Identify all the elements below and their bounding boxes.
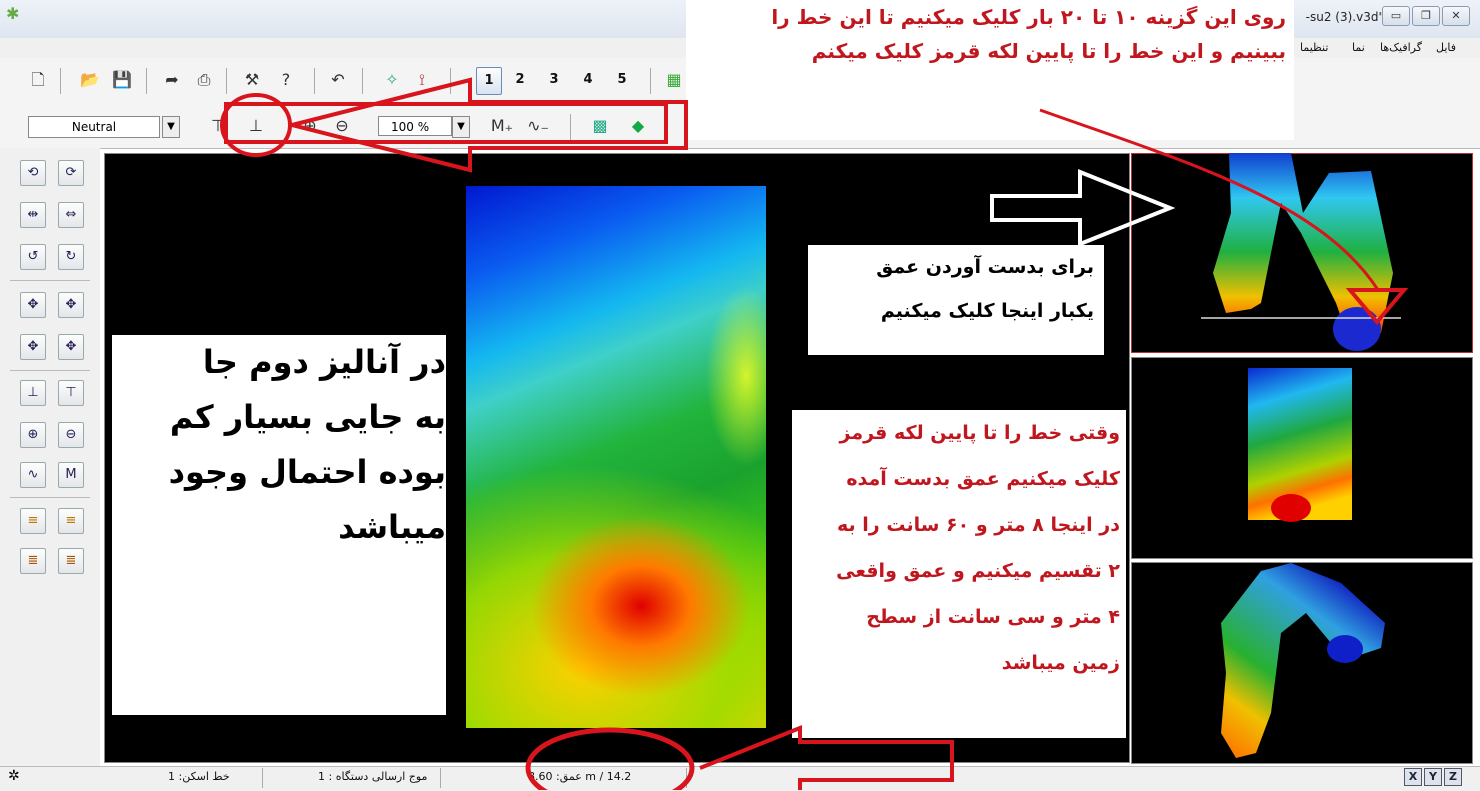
view-5-button[interactable]: 5 bbox=[610, 67, 634, 93]
chevron-down-icon[interactable]: ▼ bbox=[162, 116, 180, 138]
flip-horizontal-icon[interactable]: ⇹ bbox=[20, 202, 46, 228]
grid-icon[interactable]: ▦ bbox=[662, 68, 686, 92]
new-file-icon[interactable]: 🗋 bbox=[26, 68, 50, 92]
depth-up-icon[interactable]: ⊤ bbox=[206, 114, 230, 138]
move-right-icon[interactable]: ✥ bbox=[58, 334, 84, 360]
toolbar-separator bbox=[450, 68, 451, 94]
device-wave-status: موج ارسالی دستگاه : 1 bbox=[318, 770, 428, 783]
status-separator bbox=[262, 768, 263, 788]
note-line: در آنالیز دوم جا bbox=[202, 343, 446, 381]
window-title: -su2 (3).v3d" bbox=[1305, 10, 1384, 24]
minimize-icon[interactable]: ▭ bbox=[1382, 6, 1410, 26]
menu-graphics[interactable]: گرافیک‌ها bbox=[1380, 41, 1422, 54]
note-line: برای بدست آوردن عمق bbox=[876, 256, 1094, 278]
toolbar-separator bbox=[650, 68, 651, 94]
note-line: کلیک میکنیم عمق بدست آمده bbox=[846, 468, 1120, 490]
analysis-note: در آنالیز دوم جا به جایی بسیار کم بوده ا… bbox=[112, 335, 446, 715]
app-status-icon: ✲ bbox=[8, 768, 20, 784]
zoom-in-icon[interactable]: ⊕ bbox=[20, 422, 46, 448]
export-icon[interactable]: ➦ bbox=[160, 68, 184, 92]
menu-view[interactable]: نما bbox=[1352, 41, 1365, 54]
tilt-left-icon[interactable]: ↺ bbox=[20, 244, 46, 270]
axis-z-button[interactable]: Z bbox=[1444, 768, 1462, 786]
palette-select[interactable]: Neutral bbox=[28, 116, 160, 138]
zoom-out-icon[interactable]: ⊖ bbox=[58, 422, 84, 448]
scan-line-status: خط اسکن: 1 bbox=[168, 770, 230, 783]
open-folder-icon[interactable]: 📂 bbox=[78, 68, 102, 92]
note-line: روی این گزینه ۱۰ تا ۲۰ بار کلیک میکنیم ت… bbox=[771, 5, 1286, 29]
note-line: ۲ تقسیم میکنیم و عمق واقعی bbox=[836, 560, 1120, 582]
view-4-button[interactable]: 4 bbox=[576, 67, 600, 93]
view-1-button[interactable]: 1 bbox=[476, 67, 502, 95]
heatmap-highlight bbox=[466, 186, 766, 728]
status-separator bbox=[440, 768, 441, 788]
tools-icon[interactable]: ⚒ bbox=[240, 68, 264, 92]
toolbar-separator bbox=[314, 68, 315, 94]
instruction-note-depth: برای بدست آوردن عمق یکبار اینجا کلیک میک… bbox=[808, 245, 1104, 355]
colormap-icon[interactable]: ▩ bbox=[588, 114, 612, 138]
move-down-icon[interactable]: ✥ bbox=[58, 292, 84, 318]
move-left-icon[interactable]: ✥ bbox=[20, 334, 46, 360]
marker-icon[interactable]: ⟟ bbox=[410, 68, 434, 92]
note-line: ببینیم و این خط را تا پایین لکه قرمز کلی… bbox=[811, 39, 1286, 63]
toolbar-separator bbox=[226, 68, 227, 94]
zoom-out-icon[interactable]: ⊖ bbox=[330, 114, 354, 138]
axis-y-button[interactable]: Y bbox=[1424, 768, 1442, 786]
filter-lines-icon[interactable]: ≣ bbox=[20, 548, 46, 574]
depth-down-icon[interactable]: ⊥ bbox=[20, 380, 46, 406]
rotate-right-icon[interactable]: ⟳ bbox=[58, 160, 84, 186]
zoom-in-icon[interactable]: ⊕ bbox=[298, 114, 322, 138]
depth-status: عمق: 8.60 m / 14.2 bbox=[528, 770, 632, 783]
help-icon[interactable]: ? bbox=[274, 68, 298, 92]
note-line: یکبار اینجا کلیک میکنیم bbox=[880, 300, 1094, 322]
note-line: در اینجا ۸ متر و ۶۰ سانت را به bbox=[837, 514, 1120, 536]
instruction-note-result: وقتی خط را تا پایین لکه قرمز کلیک میکنیم… bbox=[792, 410, 1126, 738]
filter-icon[interactable]: ✧ bbox=[380, 68, 404, 92]
chevron-down-icon[interactable]: ▼ bbox=[452, 116, 470, 138]
panel-separator bbox=[10, 280, 90, 281]
filter-lines-alt-icon[interactable]: ≣ bbox=[58, 548, 84, 574]
toolbar-separator bbox=[362, 68, 363, 94]
note-line: میباشد bbox=[338, 508, 446, 546]
app-icon: ✱ bbox=[6, 4, 20, 23]
toolbar-separator bbox=[60, 68, 61, 94]
close-icon[interactable]: ✕ bbox=[1442, 6, 1470, 26]
note-line: ۴ متر و سی سانت از سطح bbox=[866, 606, 1120, 628]
note-line: به جایی بسیار کم bbox=[169, 398, 446, 436]
status-separator bbox=[686, 768, 687, 788]
depth-down-icon[interactable]: ⊥ bbox=[244, 114, 268, 138]
tool-panel bbox=[0, 148, 100, 766]
panel-separator bbox=[10, 370, 90, 371]
note-line: وقتی خط را تا پایین لکه قرمز bbox=[839, 422, 1120, 444]
contrast-minus-icon[interactable]: ∿₋ bbox=[526, 114, 550, 138]
toolbar-separator bbox=[146, 68, 147, 94]
flip-vertical-icon[interactable]: ⇔ bbox=[58, 202, 84, 228]
surface-icon[interactable]: ◆ bbox=[626, 114, 650, 138]
zoom-select[interactable]: 100 % bbox=[378, 116, 452, 136]
note-line: زمین میباشد bbox=[1001, 652, 1120, 674]
axis-x-button[interactable]: X bbox=[1404, 768, 1422, 786]
panel-separator bbox=[10, 497, 90, 498]
tilt-right-icon[interactable]: ↻ bbox=[58, 244, 84, 270]
menu-file[interactable]: فایل bbox=[1436, 41, 1456, 54]
layer-down-icon[interactable]: ≡ bbox=[58, 508, 84, 534]
save-icon[interactable]: 💾 bbox=[110, 68, 134, 92]
instruction-note-top: روی این گزینه ۱۰ تا ۲۰ بار کلیک میکنیم ت… bbox=[686, 0, 1294, 140]
layer-up-icon[interactable]: ≡ bbox=[20, 508, 46, 534]
print-icon[interactable]: ⎙ bbox=[192, 68, 216, 92]
contrast-minus-icon[interactable]: ∿ bbox=[20, 462, 46, 488]
depth-up-icon[interactable]: ⊤ bbox=[58, 380, 84, 406]
contrast-plus-icon[interactable]: M bbox=[58, 462, 84, 488]
view-3-button[interactable]: 3 bbox=[542, 67, 566, 93]
contrast-plus-icon[interactable]: M₊ bbox=[490, 114, 514, 138]
note-line: بوده احتمال وجود bbox=[168, 453, 446, 491]
move-up-icon[interactable]: ✥ bbox=[20, 292, 46, 318]
undo-icon[interactable]: ↶ bbox=[326, 68, 350, 92]
restore-icon[interactable]: ❐ bbox=[1412, 6, 1440, 26]
view-2-button[interactable]: 2 bbox=[508, 67, 532, 93]
toolbar-separator bbox=[570, 114, 571, 140]
menu-settings[interactable]: تنظیما bbox=[1300, 41, 1328, 54]
side-views-graphics bbox=[1201, 153, 1401, 758]
rotate-left-icon[interactable]: ⟲ bbox=[20, 160, 46, 186]
